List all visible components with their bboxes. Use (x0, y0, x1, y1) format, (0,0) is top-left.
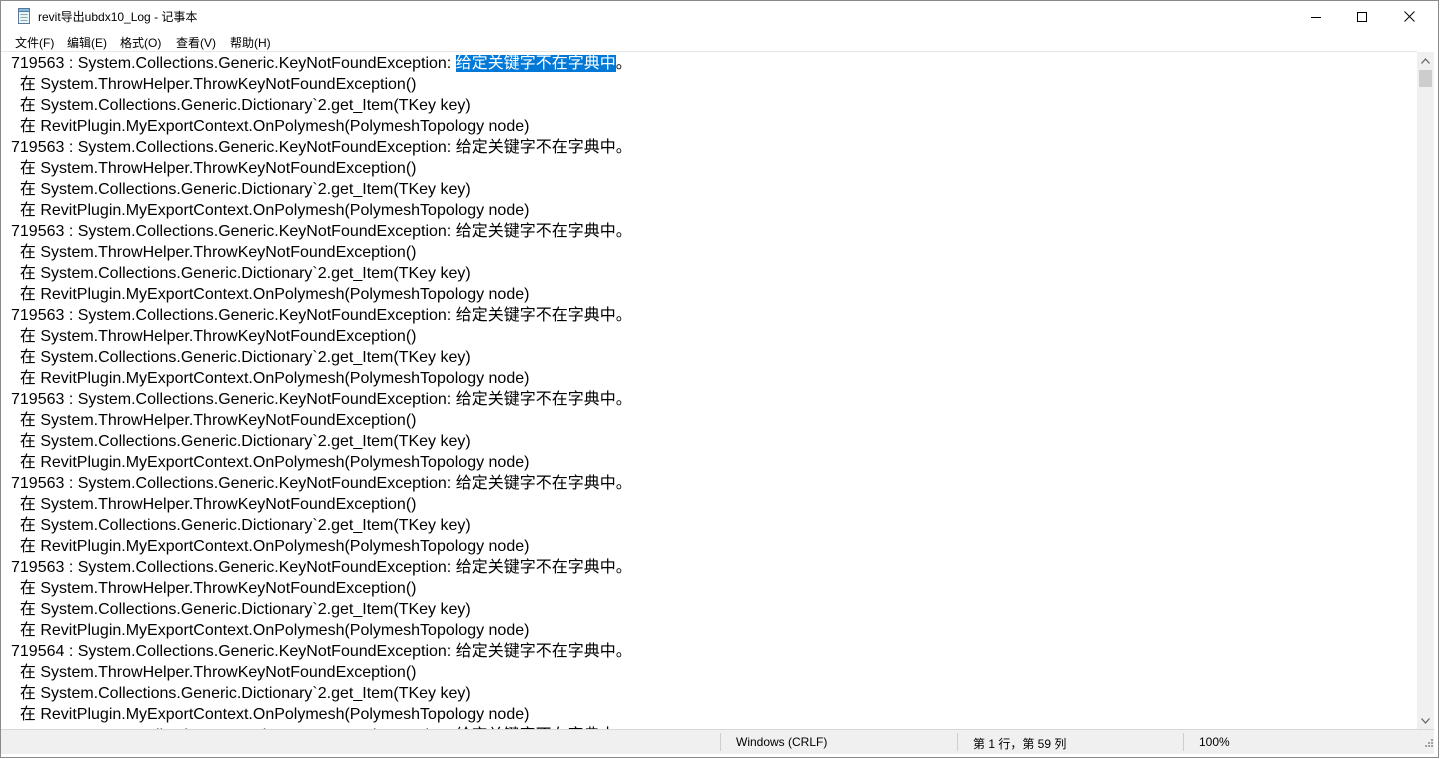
exception-message: 给定关键字不在字典中 (455, 559, 616, 576)
title-bar[interactable]: revit导出ubdx10_Log - 记事本 (1, 1, 1438, 32)
resize-grip-icon[interactable] (1422, 738, 1434, 750)
maximize-icon (1357, 11, 1367, 22)
notepad-icon (18, 8, 30, 24)
scroll-down-icon (1421, 717, 1430, 724)
text-line: 719563 : System.Collections.Generic.KeyN… (11, 305, 632, 326)
menu-help[interactable]: 帮助(H) (230, 34, 271, 51)
stack-trace-line: 在 System.ThrowHelper.ThrowKeyNotFoundExc… (11, 496, 417, 513)
window-title: revit导出ubdx10_Log - 记事本 (38, 10, 198, 24)
notepad-window: revit导出ubdx10_Log - 记事本 文件(F) 编辑(E) 格式(O… (0, 0, 1439, 758)
scroll-up-icon (1421, 57, 1430, 64)
stack-trace-line: 在 System.Collections.Generic.Dictionary`… (11, 181, 471, 198)
selected-text: 给定关键字不在字典中 (455, 55, 616, 72)
punctuation: 。 (615, 223, 632, 240)
exception-type: System.Collections.Generic.KeyNotFoundEx… (77, 475, 456, 492)
log-entry-id: 719563 : (11, 55, 78, 72)
punctuation: 。 (615, 559, 632, 576)
vertical-scrollbar[interactable] (1417, 52, 1434, 729)
text-line: 719564 : System.Collections.Generic.KeyN… (11, 641, 632, 662)
status-separator (957, 733, 958, 751)
punctuation: 。 (615, 643, 632, 660)
exception-type: System.Collections.Generic.KeyNotFoundEx… (77, 559, 456, 576)
text-line: 719563 : System.Collections.Generic.KeyN… (11, 389, 632, 410)
close-button[interactable] (1386, 1, 1432, 32)
menu-format[interactable]: 格式(O) (120, 34, 161, 51)
stack-trace-line: 在 RevitPlugin.MyExportContext.OnPolymesh… (11, 538, 530, 555)
menu-file[interactable]: 文件(F) (15, 34, 54, 51)
log-entry-id: 719563 : (11, 223, 78, 240)
stack-trace-line: 在 RevitPlugin.MyExportContext.OnPolymesh… (11, 118, 530, 135)
status-zoom: 100% (1199, 735, 1230, 749)
text-line: 719563 : System.Collections.Generic.KeyN… (11, 221, 632, 242)
exception-type: System.Collections.Generic.KeyNotFoundEx… (77, 55, 456, 72)
menu-view[interactable]: 查看(V) (176, 34, 216, 51)
stack-trace-line: 在 System.ThrowHelper.ThrowKeyNotFoundExc… (11, 580, 417, 597)
punctuation: 。 (615, 307, 632, 324)
status-encoding: Windows (CRLF) (736, 735, 828, 749)
status-cursor-position: 第 1 行，第 59 列 (973, 737, 1067, 751)
stack-trace-line: 在 System.ThrowHelper.ThrowKeyNotFoundExc… (11, 412, 417, 429)
punctuation: 。 (615, 139, 632, 156)
punctuation: 。 (615, 55, 632, 72)
exception-message: 给定关键字不在字典中 (455, 139, 616, 156)
minimize-icon (1311, 16, 1321, 18)
log-entry-id: 719563 : (11, 475, 78, 492)
text-line: 719563 : System.Collections.Generic.KeyN… (11, 557, 632, 578)
exception-type: System.Collections.Generic.KeyNotFoundEx… (77, 223, 456, 240)
exception-message: 给定关键字不在字典中 (455, 307, 616, 324)
text-line: 719563 : System.Collections.Generic.KeyN… (11, 53, 632, 74)
stack-trace-line: 在 RevitPlugin.MyExportContext.OnPolymesh… (11, 706, 530, 723)
stack-trace-line: 在 System.Collections.Generic.Dictionary`… (11, 601, 471, 618)
scroll-thumb[interactable] (1419, 70, 1432, 87)
stack-trace-line: 在 RevitPlugin.MyExportContext.OnPolymesh… (11, 202, 530, 219)
stack-trace-line: 在 System.ThrowHelper.ThrowKeyNotFoundExc… (11, 244, 417, 261)
text-line: 719563 : System.Collections.Generic.KeyN… (11, 137, 632, 158)
stack-trace-line: 在 System.ThrowHelper.ThrowKeyNotFoundExc… (11, 160, 417, 177)
menu-bar: 文件(F) 编辑(E) 格式(O) 查看(V) 帮助(H) (1, 32, 1438, 51)
exception-message: 给定关键字不在字典中 (455, 475, 616, 492)
punctuation: 。 (615, 391, 632, 408)
menu-edit[interactable]: 编辑(E) (67, 34, 107, 51)
exception-type: System.Collections.Generic.KeyNotFoundEx… (77, 307, 456, 324)
stack-trace-line: 在 System.ThrowHelper.ThrowKeyNotFoundExc… (11, 664, 417, 681)
exception-type: System.Collections.Generic.KeyNotFoundEx… (77, 391, 456, 408)
log-entry-id: 719563 : (11, 391, 78, 408)
exception-message: 给定关键字不在字典中 (455, 643, 616, 660)
log-entry-id: 719563 : (11, 139, 78, 156)
stack-trace-line: 在 System.Collections.Generic.Dictionary`… (11, 97, 471, 114)
status-bar: Windows (CRLF) 第 1 行，第 59 列 100% (1, 729, 1434, 754)
log-entry-id: 719563 : (11, 559, 78, 576)
stack-trace-line: 在 System.Collections.Generic.Dictionary`… (11, 685, 471, 702)
stack-trace-line: 在 System.ThrowHelper.ThrowKeyNotFoundExc… (11, 76, 417, 93)
status-separator (1183, 733, 1184, 751)
exception-type: System.Collections.Generic.KeyNotFoundEx… (77, 643, 456, 660)
text-line: 719563 : System.Collections.Generic.KeyN… (11, 473, 632, 494)
close-icon (1403, 11, 1415, 22)
exception-message: 给定关键字不在字典中 (455, 391, 616, 408)
stack-trace-line: 在 System.Collections.Generic.Dictionary`… (11, 265, 471, 282)
minimize-button[interactable] (1293, 1, 1339, 32)
stack-trace-line: 在 RevitPlugin.MyExportContext.OnPolymesh… (11, 622, 530, 639)
stack-trace-line: 在 RevitPlugin.MyExportContext.OnPolymesh… (11, 370, 530, 387)
text-editor[interactable]: 719563 : System.Collections.Generic.KeyN… (1, 51, 1417, 730)
exception-type: System.Collections.Generic.KeyNotFoundEx… (77, 139, 456, 156)
stack-trace-line: 在 System.Collections.Generic.Dictionary`… (11, 433, 471, 450)
scroll-down-button[interactable] (1417, 712, 1434, 729)
log-entry-id: 719563 : (11, 307, 78, 324)
status-separator (720, 733, 721, 751)
stack-trace-line: 在 System.Collections.Generic.Dictionary`… (11, 349, 471, 366)
scroll-up-button[interactable] (1417, 52, 1434, 69)
stack-trace-line: 在 System.ThrowHelper.ThrowKeyNotFoundExc… (11, 328, 417, 345)
log-entry-id: 719564 : (11, 643, 78, 660)
punctuation: 。 (615, 475, 632, 492)
exception-message: 给定关键字不在字典中 (455, 223, 616, 240)
stack-trace-line: 在 RevitPlugin.MyExportContext.OnPolymesh… (11, 454, 530, 471)
stack-trace-line: 在 System.Collections.Generic.Dictionary`… (11, 517, 471, 534)
stack-trace-line: 在 RevitPlugin.MyExportContext.OnPolymesh… (11, 286, 530, 303)
maximize-button[interactable] (1339, 1, 1385, 32)
